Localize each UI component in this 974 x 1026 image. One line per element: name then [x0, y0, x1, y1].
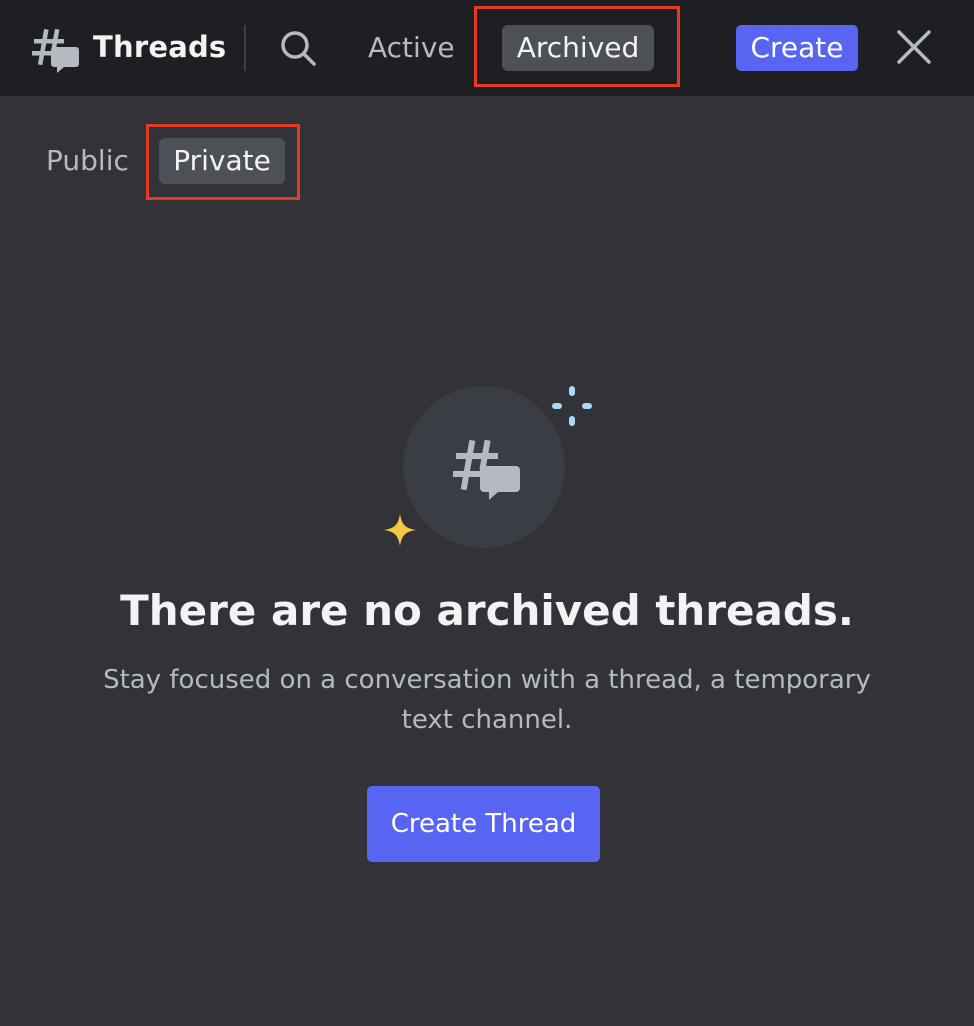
empty-state-title: There are no archived threads.: [120, 586, 854, 635]
subtab-public[interactable]: Public: [32, 138, 143, 184]
search-icon[interactable]: [278, 28, 318, 68]
threads-icon: [32, 28, 79, 73]
tab-archived[interactable]: Archived: [502, 25, 654, 71]
create-thread-button[interactable]: Create Thread: [367, 786, 600, 862]
create-button[interactable]: Create: [736, 25, 858, 71]
empty-state-description: Stay focused on a conversation with a th…: [103, 665, 871, 735]
subtab-private[interactable]: Private: [159, 138, 285, 184]
star-sparkle-icon: [384, 514, 416, 546]
threads-header: Threads Active Archived Create: [0, 0, 974, 96]
page-title: Threads: [93, 30, 227, 64]
tab-active[interactable]: Active: [350, 28, 473, 68]
threads-icon: [453, 439, 520, 500]
header-divider: [244, 25, 246, 71]
close-icon[interactable]: [895, 28, 933, 66]
threads-panel: Threads Active Archived Create Public Pr…: [0, 0, 974, 1026]
sparkle-icon: [552, 386, 592, 426]
